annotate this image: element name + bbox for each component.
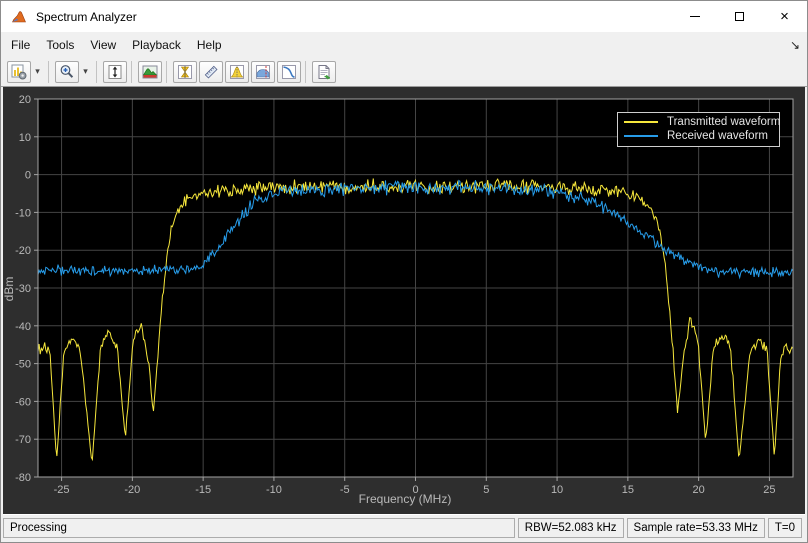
spectrum-analyzer-window: Spectrum Analyzer × File Tools View Play…: [0, 0, 808, 543]
legend-line-received: [624, 135, 658, 137]
legend[interactable]: Transmitted waveform Received waveform: [617, 112, 780, 147]
spectrum-view-button[interactable]: [138, 61, 162, 83]
y-tick-label: -30: [15, 283, 31, 295]
y-tick-label: -10: [15, 207, 31, 219]
spectrum-view-icon: [142, 64, 158, 80]
legend-entry-received: Received waveform: [624, 129, 775, 143]
zoom-button[interactable]: [55, 61, 79, 83]
ccdf-icon: [281, 64, 297, 80]
legend-label-received: Received waveform: [667, 130, 768, 142]
minimize-button[interactable]: [672, 1, 717, 32]
channel-measurements-icon: [255, 64, 271, 80]
y-tick-label: -70: [15, 434, 31, 446]
y-tick-label: 10: [19, 132, 31, 144]
toolbar-separator: [166, 61, 167, 83]
y-tick-label: -80: [15, 472, 31, 484]
menu-playback[interactable]: Playback: [124, 34, 189, 56]
window-title: Spectrum Analyzer: [36, 10, 137, 24]
y-tick-label: -60: [15, 396, 31, 408]
close-icon: ×: [780, 9, 789, 24]
spectrum-settings-button[interactable]: [7, 61, 31, 83]
peak-finder-icon: [229, 64, 245, 80]
y-axis-label: dBm: [3, 269, 16, 309]
maximize-icon: [735, 12, 744, 21]
zoom-dropdown[interactable]: ▾: [79, 61, 92, 83]
menu-view[interactable]: View: [82, 34, 124, 56]
cursor-measurements-icon: [177, 64, 193, 80]
toolbar-separator: [305, 61, 306, 83]
status-message: Processing: [3, 518, 515, 538]
menu-file[interactable]: File: [3, 34, 38, 56]
figure-area: -25-20-15-10-5051015202520100-10-20-30-4…: [3, 87, 805, 514]
y-tick-label: -20: [15, 245, 31, 257]
y-tick-label: 0: [25, 170, 31, 182]
ruler-icon: [203, 64, 219, 80]
matlab-app-icon: [10, 8, 28, 26]
toolbar-separator: [96, 61, 97, 83]
y-tick-label: -50: [15, 359, 31, 371]
legend-entry-transmitted: Transmitted waveform: [624, 115, 775, 129]
script-icon: [316, 64, 332, 80]
autoscale-icon: [107, 64, 123, 80]
legend-label-transmitted: Transmitted waveform: [667, 116, 780, 128]
zoom-in-icon: [59, 64, 75, 80]
menu-tools[interactable]: Tools: [38, 34, 82, 56]
autoscale-y-button[interactable]: [103, 61, 127, 83]
status-rbw: RBW=52.083 kHz: [518, 518, 624, 538]
menu-bar: File Tools View Playback Help ↘: [1, 32, 807, 57]
dock-icon[interactable]: ↘: [783, 38, 807, 52]
status-bar: Processing RBW=52.083 kHz Sample rate=53…: [3, 514, 805, 540]
y-tick-label: -40: [15, 321, 31, 333]
cursor-measurements-button[interactable]: [173, 61, 197, 83]
plot-area[interactable]: -25-20-15-10-5051015202520100-10-20-30-4…: [3, 87, 805, 514]
channel-measurements-button[interactable]: [251, 61, 275, 83]
distortion-measurements-button[interactable]: [199, 61, 223, 83]
close-button[interactable]: ×: [762, 1, 807, 32]
x-axis-label: Frequency (MHz): [3, 492, 805, 506]
peak-finder-button[interactable]: [225, 61, 249, 83]
title-bar: Spectrum Analyzer ×: [1, 1, 807, 32]
spectrum-settings-icon: [11, 64, 27, 80]
menu-help[interactable]: Help: [189, 34, 230, 56]
playback-script-button[interactable]: [312, 61, 336, 83]
status-sample-rate: Sample rate=53.33 MHz: [627, 518, 765, 538]
toolbar-separator: [131, 61, 132, 83]
status-time: T=0: [768, 518, 802, 538]
legend-line-transmitted: [624, 121, 658, 123]
toolbar-separator: [48, 61, 49, 83]
maximize-button[interactable]: [717, 1, 762, 32]
minimize-icon: [690, 16, 700, 17]
spectrum-settings-dropdown[interactable]: ▾: [31, 61, 44, 83]
ccdf-measurements-button[interactable]: [277, 61, 301, 83]
toolbar: ▾ ▾: [1, 57, 807, 87]
y-tick-label: 20: [19, 94, 31, 106]
